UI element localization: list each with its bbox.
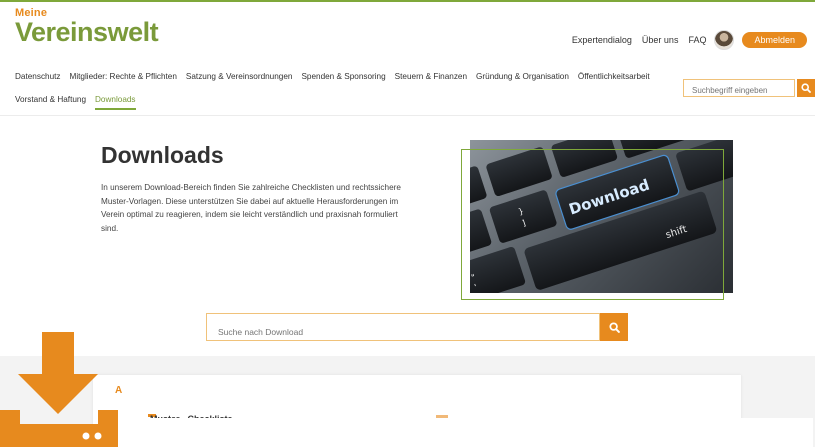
logout-button[interactable]: Abmelden xyxy=(742,32,807,48)
search-icon xyxy=(608,321,620,333)
top-nav: Expertendialog Über uns FAQ Abmelden xyxy=(562,30,807,50)
nav-item-vorstand[interactable]: Vorstand & Haftung xyxy=(15,95,86,104)
intro-text: In unserem Download-Bereich finden Sie z… xyxy=(101,183,401,233)
nav-item-datenschutz[interactable]: Datenschutz xyxy=(15,72,61,81)
nav-item-steuern[interactable]: Steuern & Finanzen xyxy=(395,72,467,81)
top-accent-line xyxy=(0,0,815,2)
nav-item-spenden[interactable]: Spenden & Sponsoring xyxy=(301,72,385,81)
nav-item-downloads[interactable]: Downloads xyxy=(95,95,136,110)
avatar[interactable] xyxy=(714,30,735,50)
page-title: Downloads xyxy=(101,142,224,168)
nav-item-gruendung[interactable]: Gründung & Organisation xyxy=(476,72,569,81)
main-nav-row-1: Datenschutz Mitglieder: Rechte & Pflicht… xyxy=(15,72,675,81)
header-divider xyxy=(0,115,815,116)
logo[interactable]: Meine Vereinswelt xyxy=(15,8,159,47)
nav-link-faq[interactable]: FAQ xyxy=(688,35,706,45)
nav-item-oeffentlichkeitsarbeit[interactable]: Öffentlichkeitsarbeit xyxy=(578,72,650,81)
hero-image-frame xyxy=(461,149,724,300)
header-search-input[interactable] xyxy=(683,79,795,97)
download-search-input[interactable] xyxy=(206,313,600,341)
search-icon xyxy=(801,83,811,93)
logo-big-text: Vereinswelt xyxy=(15,17,159,47)
nav-item-satzung[interactable]: Satzung & Vereinsordnungen xyxy=(186,72,293,81)
download-icon xyxy=(0,332,118,447)
nav-link-ueber-uns[interactable]: Über uns xyxy=(642,35,679,45)
viewport-cutoff xyxy=(93,418,813,447)
main-nav-row-2: Vorstand & Haftung Downloads xyxy=(15,95,675,110)
download-search-button[interactable] xyxy=(600,313,628,341)
nav-item-mitglieder[interactable]: Mitglieder: Rechte & Pflichten xyxy=(70,72,177,81)
nav-link-expertendialog[interactable]: Expertendialog xyxy=(572,35,632,45)
header-search-button[interactable] xyxy=(797,79,815,97)
main-nav: Datenschutz Mitglieder: Rechte & Pflicht… xyxy=(15,72,675,110)
